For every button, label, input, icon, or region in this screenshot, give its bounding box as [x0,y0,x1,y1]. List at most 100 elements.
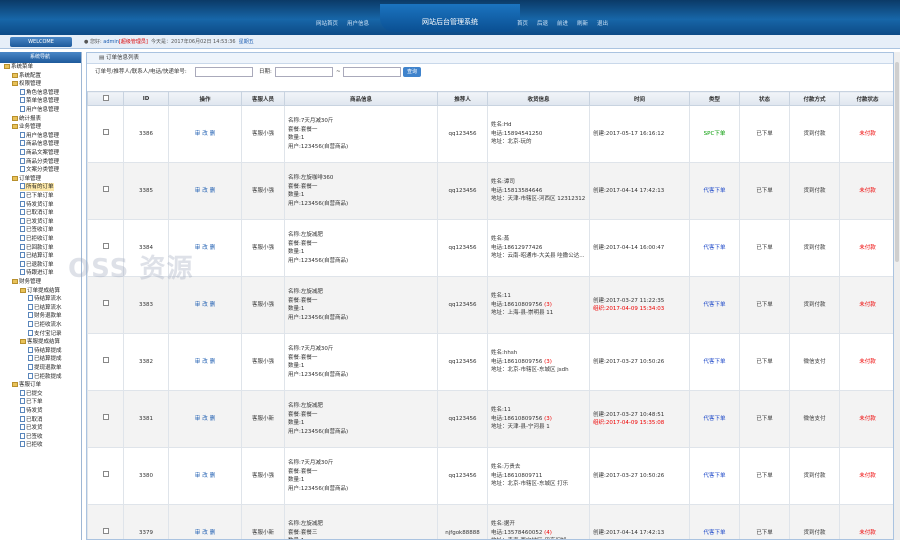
sidebar-item[interactable]: 已结算流水 [28,303,62,312]
row-checkbox[interactable] [102,357,109,364]
table-row[interactable]: 3384 审改删客服小强 名称:左旋减肥 套餐:套餐一 数量:1 用户:123456(自营… [87,219,893,277]
edit-link[interactable]: 改 [202,188,208,194]
header-link-index[interactable]: 首页 [517,19,528,27]
row-select[interactable] [87,447,124,505]
edit-link[interactable]: 改 [202,416,208,422]
search-button[interactable]: 查询 [403,67,421,77]
audit-link[interactable]: 审 [195,302,201,308]
sidebar-item[interactable]: 客服提成结算 [20,338,60,346]
table-row[interactable]: 3382 审改删客服小强 名称:7天月减30斤 套餐:套餐一 数量:1 用户:123456… [87,333,893,391]
sidebar-item[interactable]: 商品文案管理 [20,149,59,157]
header-link-logout[interactable]: 退出 [597,19,608,27]
sidebar-item[interactable]: 已发货订单 [20,217,54,226]
sidebar-item[interactable]: 客服订单 [12,381,41,389]
sidebar-item[interactable]: 权限管理 [12,80,41,88]
row-select[interactable] [87,333,124,391]
row-checkbox[interactable] [102,528,109,535]
sidebar-item[interactable]: 系统配置 [12,72,41,80]
header-link-forward[interactable]: 前进 [557,19,568,27]
edit-link[interactable]: 改 [202,131,208,137]
row-select[interactable] [87,504,124,539]
select-all-header[interactable] [87,91,124,106]
select-all-checkbox[interactable] [102,94,109,101]
sidebar-item[interactable]: 系统菜单 [4,63,33,71]
row-select[interactable] [87,390,124,448]
row-checkbox[interactable] [102,129,109,136]
sidebar-item[interactable]: 已回款订单 [20,243,54,252]
sidebar-item[interactable]: 已下单订单 [20,192,54,200]
delete-link[interactable]: 删 [210,131,216,137]
table-row[interactable]: 3379审改删客服小新名称:左旋减肥套餐:套餐三数量:1njfgok88888姓… [87,504,893,539]
sidebar-item[interactable]: 角色信息管理 [20,88,59,97]
date-start-input[interactable] [275,67,333,77]
table-row[interactable]: 3380 审改删客服小强 名称:7天月减30斤 套餐:套餐一 数量:1 用户:123456… [87,447,893,505]
sidebar-item[interactable]: 待结算提成 [28,346,62,355]
sidebar-item[interactable]: 已下单 [20,398,43,406]
sidebar-item[interactable]: 已拒收流水 [28,321,62,329]
row-checkbox[interactable] [102,414,109,421]
delete-link[interactable]: 删 [210,188,216,194]
sidebar-item[interactable]: 待跟进订单 [20,269,54,277]
sidebar-item[interactable]: 提现退款单 [28,364,62,372]
header-link-back[interactable]: 后退 [537,19,548,27]
sidebar-item[interactable]: 已取消 [20,415,43,424]
header-link-refresh[interactable]: 刷新 [577,19,588,27]
sidebar-item[interactable]: 已结算提成 [28,355,62,363]
sidebar-item[interactable]: 文案分类管理 [20,166,59,174]
sidebar-item[interactable]: 已拒收订单 [20,235,54,243]
edit-link[interactable]: 改 [202,245,208,251]
sidebar-item[interactable]: 订单管理 [12,175,41,183]
date-end-input[interactable] [343,67,401,77]
audit-link[interactable]: 审 [195,473,201,479]
header-link-user[interactable]: 用户信息 [347,19,369,27]
delete-link[interactable]: 删 [210,359,216,365]
edit-link[interactable]: 改 [202,530,208,536]
sidebar-item[interactable]: 商品信息管理 [20,140,59,148]
sidebar-item[interactable]: 支付宝记录 [28,329,62,338]
sidebar-item[interactable]: 所有的订单 [20,183,54,192]
audit-link[interactable]: 审 [195,359,201,365]
sidebar-item[interactable]: 已结算订单 [20,252,54,260]
sidebar-item[interactable]: 订单提成结算 [20,287,60,295]
sidebar-item[interactable]: 已拒收 [20,441,43,449]
row-checkbox[interactable] [102,471,109,478]
sidebar-item[interactable]: 已签收订单 [20,226,54,234]
audit-link[interactable]: 审 [195,188,201,194]
row-select[interactable] [87,162,124,220]
sidebar-item[interactable]: 已提交 [20,389,43,398]
delete-link[interactable]: 删 [210,416,216,422]
delete-link[interactable]: 删 [210,473,216,479]
header-link-home[interactable]: 网站首页 [316,19,338,27]
delete-link[interactable]: 删 [210,302,216,308]
sidebar-item[interactable]: 已拒款提成 [28,372,62,381]
delete-link[interactable]: 删 [210,245,216,251]
sidebar-item[interactable]: 用户信息管理 [20,106,59,114]
audit-link[interactable]: 审 [195,530,201,536]
sidebar-item[interactable]: 待发货订单 [20,200,54,209]
sidebar-item[interactable]: 用户信息管理 [20,131,59,140]
audit-link[interactable]: 审 [195,245,201,251]
sidebar-item[interactable]: 已退款订单 [20,260,54,269]
audit-link[interactable]: 审 [195,131,201,137]
sidebar-item[interactable]: 已签收 [20,432,43,441]
table-row[interactable]: 3383 审改删客服小强 名称:左旋减肥 套餐:套餐一 数量:1 用户:123456(自营… [87,276,893,334]
row-select[interactable] [87,105,124,163]
sidebar-item[interactable]: 财务退款单 [28,312,62,320]
row-checkbox[interactable] [102,300,109,307]
audit-link[interactable]: 审 [195,416,201,422]
table-row[interactable]: 3381 审改删客服小新 名称:左旋减肥 套餐:套餐一 数量:1 用户:123456(自营… [87,390,893,448]
sidebar-item[interactable]: 已发货 [20,424,43,432]
sidebar-item[interactable]: 已取消订单 [20,209,54,217]
delete-link[interactable]: 删 [210,530,216,536]
row-checkbox[interactable] [102,186,109,193]
row-select[interactable] [87,276,124,334]
edit-link[interactable]: 改 [202,473,208,479]
edit-link[interactable]: 改 [202,302,208,308]
table-row[interactable]: 3386 审改删客服小强 名称:7天月减30斤 套餐:套餐一 数量:1 用户:123456… [87,105,893,163]
search-input[interactable] [195,67,253,77]
sidebar-item[interactable]: 待结算流水 [28,295,62,303]
sidebar-item[interactable]: 统计报表 [12,115,41,123]
sidebar-item[interactable]: 业务管理 [12,123,41,131]
table-row[interactable]: 3385 审改删客服小强 名称:左旋咖啡360 套餐:套餐一 数量:1 用户:123456… [87,162,893,220]
scrollbar[interactable] [894,52,900,540]
